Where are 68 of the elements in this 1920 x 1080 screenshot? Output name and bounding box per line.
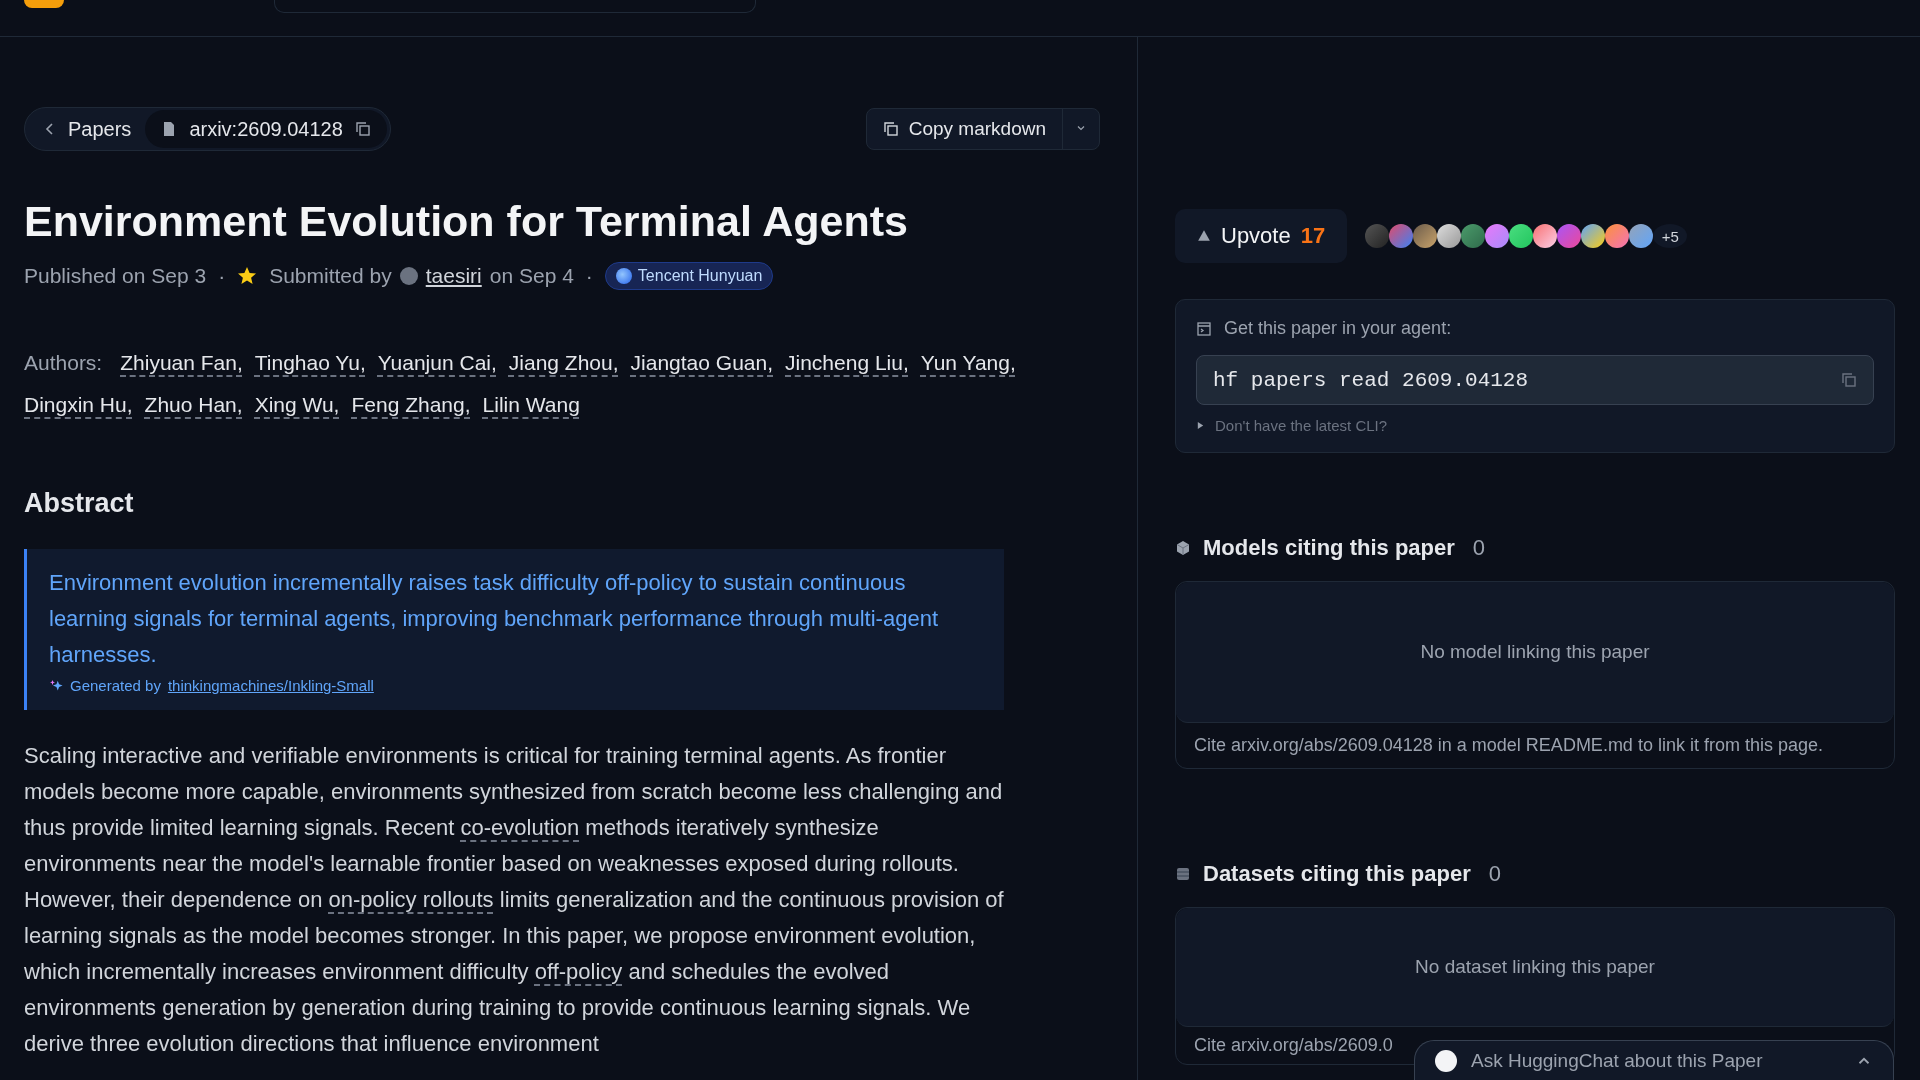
chat-field[interactable]: Ask HuggingChat about this Paper	[1469, 1048, 1843, 1073]
command-field[interactable]: hf papers read 2609.04128	[1196, 355, 1874, 405]
copy-icon[interactable]	[354, 121, 371, 137]
cube-icon	[1175, 540, 1191, 556]
cite-hint: Cite arxiv.org/abs/2609.04128 in a model README.md to link it from this page.	[1194, 735, 1823, 755]
author-link[interactable]: Jincheng Liu,	[785, 348, 909, 378]
avatar-icon[interactable]	[1437, 224, 1462, 248]
cli-disclosure[interactable]: Don't have the latest CLI?	[1196, 417, 1388, 434]
back-link[interactable]: Papers	[28, 117, 146, 141]
author-link[interactable]: Feng Zhang,	[351, 390, 471, 420]
logo-icon[interactable]	[24, 0, 64, 8]
author-link[interactable]: Dingxin Hu,	[24, 390, 133, 420]
chat-bar[interactable]: Ask HuggingChat about this Paper	[1414, 1040, 1894, 1080]
upvote-button[interactable]: Upvote 17	[1175, 209, 1348, 263]
author-link[interactable]: Zhiyuan Fan,	[120, 348, 243, 378]
section-title: Models citing this paper	[1203, 535, 1455, 561]
organization-badge[interactable]: Tencent Hunyuan	[604, 262, 774, 290]
cite-hint: Cite arxiv.org/abs/2609.0	[1194, 1035, 1393, 1055]
avatar-icon[interactable]	[1413, 224, 1438, 248]
author-link[interactable]: Jiangtao Guan,	[630, 348, 773, 378]
term-link[interactable]: on-policy rollouts	[328, 887, 494, 912]
author-link[interactable]: Zhuo Han,	[144, 390, 243, 420]
author-link[interactable]: Yuanjun Cai,	[377, 348, 497, 378]
submitter-link[interactable]: taesiri	[425, 264, 482, 288]
abstract-heading: Abstract	[24, 488, 135, 519]
section-count: 0	[1488, 861, 1501, 887]
sparkle-icon	[49, 678, 63, 693]
paper-id: arxiv:2609.04128	[189, 117, 343, 141]
chat-logo-icon	[1435, 1049, 1457, 1072]
avatar-icon[interactable]	[1485, 224, 1510, 248]
author-link[interactable]: Yun Yang,	[920, 348, 1016, 378]
avatar-icon[interactable]	[1461, 224, 1486, 248]
section-count: 0	[1472, 535, 1486, 561]
disclosure-icon[interactable]	[1196, 421, 1205, 430]
empty-message: No dataset linking this paper	[1415, 956, 1655, 978]
more-voters-badge[interactable]: +5	[1653, 224, 1688, 248]
section-title: Datasets citing this paper	[1203, 861, 1471, 887]
triangle-icon[interactable]	[1197, 229, 1211, 243]
agent-label: Get this paper in your agent:	[1224, 318, 1452, 339]
generated-by-label: Generated by	[70, 677, 161, 694]
term-link[interactable]: co-evolution	[460, 815, 580, 840]
submitted-label: Submitted by	[269, 264, 392, 288]
avatar-icon	[399, 267, 418, 285]
separator: ·	[585, 264, 593, 288]
summary-text: Environment evolution incrementally raises task difficulty off-policy to sustain continuous learning signals for terminal agents, improving benchmark performance through multi-agent harnesses.	[49, 569, 939, 669]
abstract-text: Scaling interactive and verifiable environments is critical for training terminal agents. As frontier models become more capable, environments synthesized from scratch become less challenging and thus provide limited learning signals. Recent co-evolution methods iteratively synthesize environments near the model's learnable frontier based on weaknesses exposed during rollouts. However, their dependence on on-policy rollouts limits generalization and the continuous provision of learning signals as the model becomes stronger. In this paper, we propose environment evolution, which incrementally increases environment difficulty off-policy and schedules the evolved environments generation by generation during training to provide continuous learning signals. We derive three evolution directions that influence environment	[24, 742, 1005, 1058]
star-icon	[237, 266, 258, 286]
submitted-date: on Sep 4	[489, 264, 574, 288]
separator: ·	[218, 264, 226, 288]
empty-message: No model linking this paper	[1420, 641, 1650, 663]
model-link[interactable]: thinkingmachines/Inkling-Small	[167, 677, 374, 694]
published-date: Published on Sep 3	[24, 264, 207, 288]
authors-label: Authors:	[24, 350, 103, 376]
author-link[interactable]: Lilin Wang	[482, 390, 580, 420]
author-link[interactable]: Xing Wu,	[254, 390, 340, 420]
avatar-icon[interactable]	[1605, 224, 1630, 248]
terminal-icon	[1196, 320, 1212, 337]
copy-icon[interactable]	[882, 121, 899, 137]
term-link[interactable]: off-policy	[534, 959, 623, 984]
author-link[interactable]: Tinghao Yu,	[254, 348, 366, 378]
avatar-icon[interactable]	[1557, 224, 1582, 248]
paper-title: Environment Evolution for Terminal Agents	[24, 197, 909, 246]
author-link[interactable]: Jiang Zhou,	[508, 348, 619, 378]
avatar-icon[interactable]	[1581, 224, 1606, 248]
avatar-icon[interactable]	[1509, 224, 1534, 248]
avatar-icon[interactable]	[1533, 224, 1558, 248]
avatar-icon[interactable]	[1629, 224, 1654, 248]
database-icon	[1175, 866, 1191, 882]
